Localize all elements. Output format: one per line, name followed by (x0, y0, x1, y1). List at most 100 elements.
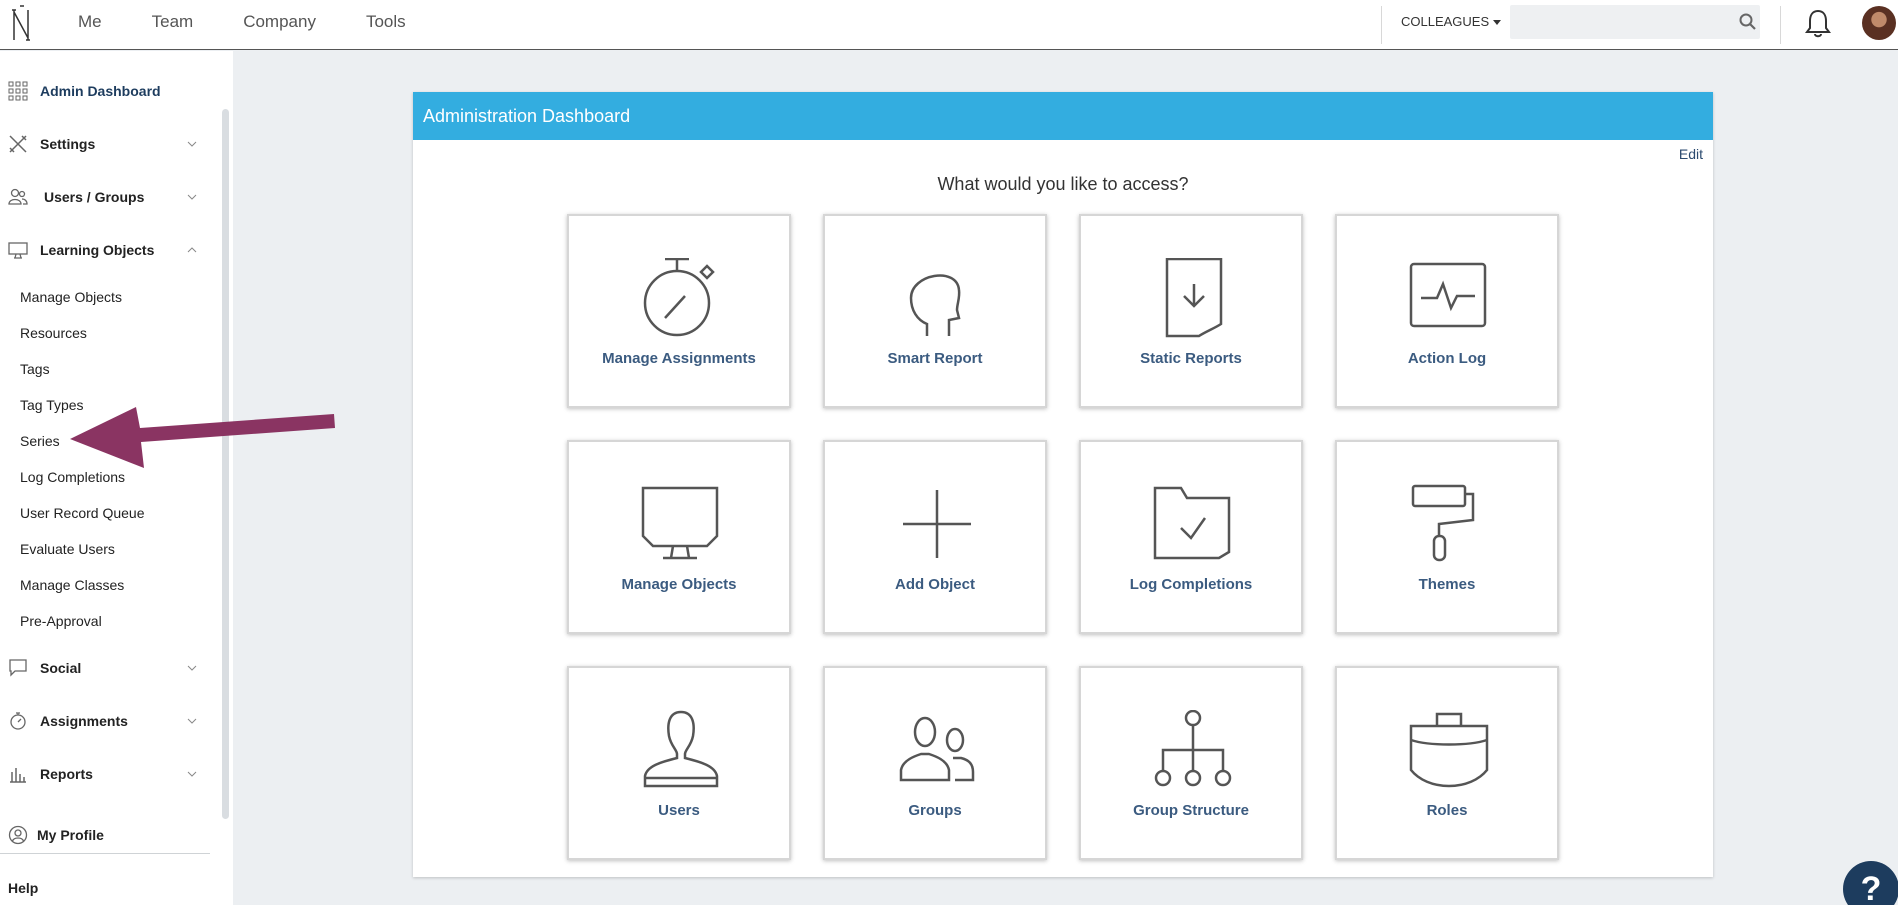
tile-label: Manage Objects (621, 576, 737, 593)
monitor-icon (8, 242, 28, 259)
bell-icon[interactable] (1804, 8, 1832, 38)
paint-roller-icon (1411, 484, 1475, 562)
search-input[interactable] (1510, 5, 1760, 39)
tile-label: Add Object (894, 576, 975, 593)
briefcase-icon (1409, 712, 1489, 788)
sidebar-item-label: My Profile (37, 827, 104, 843)
tile-static-reports[interactable]: Static Reports (1079, 214, 1303, 408)
tile-smart-report[interactable]: Smart Report (823, 214, 1047, 408)
arrow-annotation-icon (70, 407, 335, 468)
sidebar-item-settings[interactable]: Settings (0, 129, 210, 159)
access-prompt: What would you like to access? (937, 174, 1189, 194)
divider (1381, 6, 1382, 44)
stopwatch-icon (10, 712, 26, 730)
page-title: Administration Dashboard (423, 105, 631, 126)
plus-icon (903, 490, 971, 558)
document-download-icon (1165, 258, 1223, 338)
sidebar-item-label: Social (40, 660, 82, 676)
tile-label: Roles (1426, 802, 1468, 819)
tile-manage-assignments[interactable]: Manage Assignments (567, 214, 791, 408)
tile-add-object[interactable]: Add Object (823, 440, 1047, 634)
sidebar-subitem-resources[interactable]: Resources (20, 325, 87, 341)
sidebar-item-reports[interactable]: Reports (0, 759, 210, 789)
monitor-icon (641, 486, 719, 560)
sidebar-item-my-profile[interactable]: My Profile (0, 820, 210, 850)
caret-down-icon (1493, 20, 1502, 25)
tile-label: Group Structure (1133, 802, 1249, 819)
sidebar-item-admin-dashboard[interactable]: Admin Dashboard (0, 76, 210, 106)
sidebar-subitem-evaluate-users[interactable]: Evaluate Users (20, 541, 115, 557)
edit-link[interactable]: Edit (1679, 146, 1703, 162)
top-bar: Me Team Company Tools COLLEAGUES (0, 0, 1898, 50)
admin-dashboard-panel: Administration Dashboard Edit What would… (413, 92, 1713, 877)
head-profile-icon (909, 274, 961, 336)
sidebar-item-label: Admin Dashboard (40, 83, 161, 99)
sidebar-item-label: Settings (40, 136, 96, 152)
sidebar-item-label: Assignments (40, 713, 128, 729)
nav-me[interactable]: Me (78, 12, 102, 32)
org-chart-icon (1154, 710, 1232, 787)
sidebar-subitem-manage-classes[interactable]: Manage Classes (20, 577, 124, 593)
search-icon[interactable] (1738, 12, 1758, 32)
avatar[interactable] (1862, 6, 1896, 40)
users-icon (8, 188, 28, 205)
tile-groups[interactable]: Groups (823, 666, 1047, 860)
chevron-down-icon (187, 771, 197, 777)
user-icon (643, 710, 719, 788)
stopwatch-icon (643, 258, 715, 337)
top-nav: Me Team Company Tools (78, 0, 456, 44)
tile-users[interactable]: Users (567, 666, 791, 860)
sidebar-subitem-pre-approval[interactable]: Pre-Approval (20, 613, 102, 629)
tile-log-completions[interactable]: Log Completions (1079, 440, 1303, 634)
chevron-down-icon (187, 141, 197, 147)
profile-icon (8, 825, 28, 845)
sidebar-divider (0, 853, 210, 854)
tile-group-structure[interactable]: Group Structure (1079, 666, 1303, 860)
chat-bubble-icon (9, 659, 27, 677)
sidebar-item-label: Users / Groups (44, 189, 145, 205)
grid-icon (8, 81, 28, 101)
nav-team[interactable]: Team (152, 12, 194, 32)
chevron-down-icon (187, 194, 197, 200)
tile-label: Smart Report (887, 350, 983, 367)
bar-chart-icon (10, 768, 26, 783)
nav-tools[interactable]: Tools (366, 12, 406, 32)
chevron-up-icon (187, 247, 197, 253)
divider (1780, 6, 1781, 44)
colleagues-label: COLLEAGUES (1401, 14, 1490, 29)
sidebar-item-social[interactable]: Social (0, 653, 210, 683)
sidebar-item-users-groups[interactable]: Users / Groups (0, 182, 210, 212)
folder-check-icon (1153, 486, 1231, 560)
app-logo[interactable] (8, 4, 34, 44)
tools-icon (9, 135, 27, 153)
sidebar-item-label: Help (8, 880, 39, 896)
tile-label: Themes (1418, 576, 1476, 593)
tile-label: Static Reports (1140, 350, 1242, 367)
sidebar-subitem-series[interactable]: Series (20, 433, 60, 449)
tile-label: Groups (908, 802, 962, 819)
sidebar-subitem-user-record-queue[interactable]: User Record Queue (20, 505, 145, 521)
sidebar-item-learning-objects[interactable]: Learning Objects (0, 235, 210, 265)
help-button[interactable]: ? (1843, 861, 1898, 905)
tile-manage-objects[interactable]: Manage Objects (567, 440, 791, 634)
tile-label: Users (658, 802, 700, 819)
pulse-monitor-icon (1409, 262, 1487, 328)
nav-company[interactable]: Company (243, 12, 316, 32)
colleagues-dropdown[interactable]: COLLEAGUES (1401, 14, 1502, 29)
chevron-down-icon (187, 665, 197, 671)
users-icon (899, 716, 975, 782)
sidebar-subitem-tags[interactable]: Tags (20, 361, 50, 377)
tile-label: Log Completions (1129, 576, 1253, 593)
sidebar-item-assignments[interactable]: Assignments (0, 706, 210, 736)
sidebar-item-label: Learning Objects (40, 242, 155, 258)
tile-label: Manage Assignments (602, 350, 756, 367)
sidebar-item-help[interactable]: Help (0, 873, 210, 903)
tile-action-log[interactable]: Action Log (1335, 214, 1559, 408)
chevron-down-icon (187, 718, 197, 724)
panel-header: Administration Dashboard (413, 92, 1713, 140)
tile-themes[interactable]: Themes (1335, 440, 1559, 634)
sidebar-item-label: Reports (40, 766, 93, 782)
sidebar-subitem-manage-objects[interactable]: Manage Objects (20, 289, 122, 305)
tile-roles[interactable]: Roles (1335, 666, 1559, 860)
tile-label: Action Log (1407, 350, 1487, 367)
